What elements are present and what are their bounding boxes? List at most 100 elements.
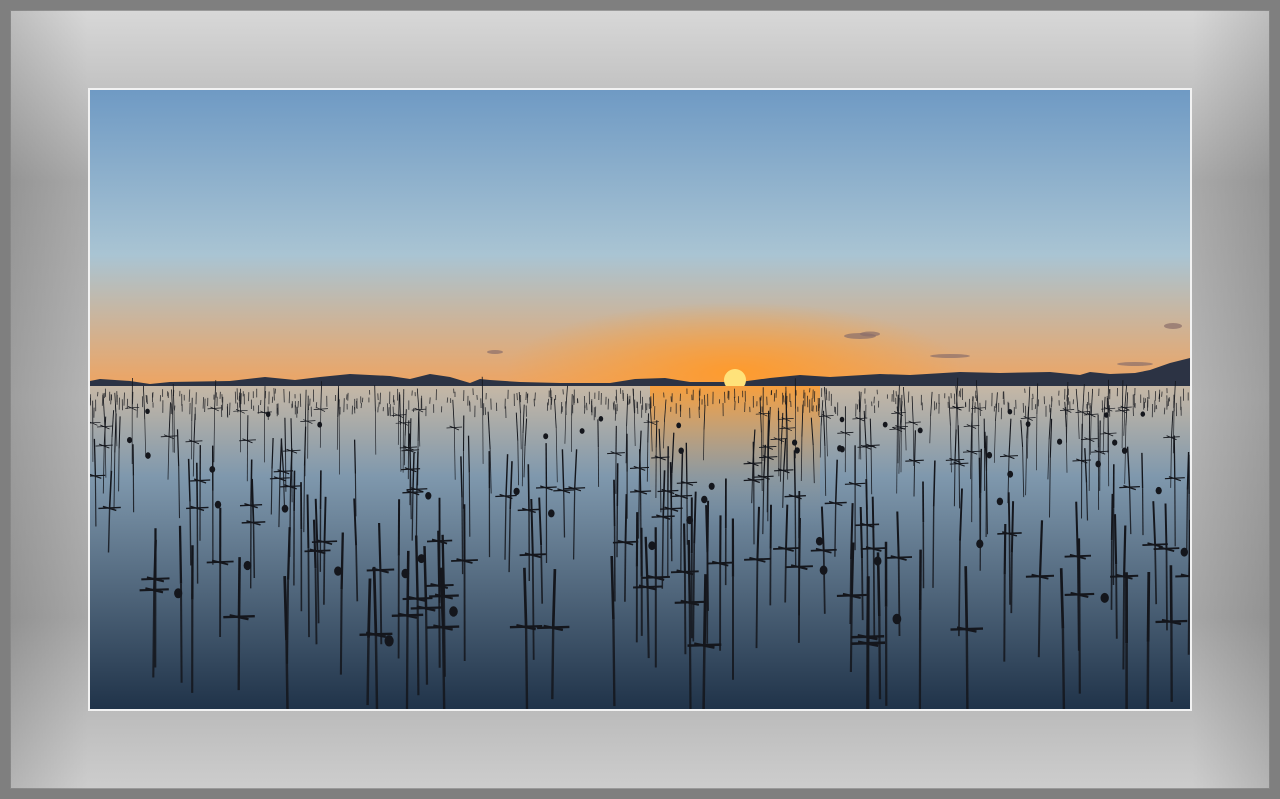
pole-reflection xyxy=(1115,564,1118,639)
pole xyxy=(417,411,420,442)
pole xyxy=(706,500,710,552)
distant-pole xyxy=(1163,407,1166,415)
pole-reflection xyxy=(461,497,464,575)
pole-reflection xyxy=(563,490,566,538)
pole-reflection xyxy=(172,414,174,453)
pole xyxy=(1141,452,1144,489)
pole-reflection xyxy=(179,583,183,683)
pole-reflection xyxy=(680,496,683,573)
distant-pole xyxy=(146,395,148,405)
buoy xyxy=(265,411,271,417)
buoy xyxy=(815,536,824,546)
frame-mat-shade-right xyxy=(1192,10,1270,789)
pole xyxy=(896,511,900,559)
pole-reflection xyxy=(624,542,627,602)
distant-pole xyxy=(516,392,518,401)
buoy xyxy=(417,554,426,564)
distant-pole xyxy=(825,389,828,401)
pole xyxy=(1146,571,1151,642)
pole xyxy=(1059,568,1065,629)
pole-reflection xyxy=(289,486,292,558)
pole xyxy=(340,532,344,590)
distant-pole xyxy=(360,403,363,409)
pole xyxy=(178,525,183,584)
buoy xyxy=(384,635,394,647)
pole xyxy=(283,576,288,641)
pole xyxy=(290,418,293,452)
distant-pole xyxy=(429,397,431,404)
buoy xyxy=(873,556,882,566)
pole-reflection xyxy=(416,599,420,696)
pole-reflection xyxy=(354,473,357,517)
distant-pole xyxy=(653,406,656,420)
distant-pole xyxy=(935,402,938,410)
pole xyxy=(409,418,412,451)
pole-reflection xyxy=(639,491,642,558)
buoy xyxy=(1007,409,1013,415)
pole xyxy=(683,523,686,573)
pole-reflection xyxy=(355,545,359,602)
pole-reflection xyxy=(1186,489,1189,555)
distant-pole xyxy=(1161,391,1163,397)
pole-reflection xyxy=(897,557,901,637)
pole xyxy=(1169,565,1173,623)
buoy xyxy=(1155,486,1162,495)
distant-pole xyxy=(958,390,961,397)
pole xyxy=(964,566,969,630)
frame-mat-shade-left xyxy=(10,10,88,789)
pole-reflection xyxy=(374,634,379,709)
pole-reflection xyxy=(303,465,306,533)
distant-pole xyxy=(583,395,586,409)
pole-reflection xyxy=(646,587,650,659)
pole-reflection xyxy=(152,590,156,678)
pole xyxy=(323,496,327,543)
pole xyxy=(523,567,528,628)
distant-pole xyxy=(101,394,104,406)
pole-reflection xyxy=(189,501,192,566)
buoy xyxy=(648,541,656,551)
cloud xyxy=(1117,362,1153,366)
pole xyxy=(871,496,875,550)
pole xyxy=(467,435,470,473)
pole xyxy=(1164,503,1168,550)
pole-reflection xyxy=(612,619,616,707)
pole-reflection xyxy=(913,461,916,497)
pole-reflection xyxy=(405,615,409,709)
pole xyxy=(1003,523,1007,575)
buoy xyxy=(174,588,183,599)
cloud xyxy=(487,350,503,354)
buoy xyxy=(976,539,984,549)
pole xyxy=(914,430,916,462)
buoy xyxy=(401,568,410,579)
pole xyxy=(250,459,253,506)
buoy xyxy=(425,492,432,500)
pole xyxy=(481,376,484,409)
buoy xyxy=(837,445,843,452)
cloud xyxy=(860,331,880,337)
pole-reflection xyxy=(339,589,343,675)
pole xyxy=(237,557,241,618)
pole-reflection xyxy=(1008,533,1011,605)
pole xyxy=(610,555,615,620)
pole-reflection xyxy=(409,469,412,520)
pole xyxy=(687,539,692,603)
pole-reflection xyxy=(411,492,414,541)
buoy xyxy=(1140,411,1146,417)
cloud xyxy=(930,354,970,358)
pole-reflection xyxy=(849,559,853,625)
pole xyxy=(1010,501,1015,553)
pole-reflection xyxy=(1037,576,1041,658)
pole xyxy=(378,522,382,571)
pole-reflection xyxy=(1154,545,1158,605)
pole xyxy=(1188,519,1190,577)
distant-pole xyxy=(907,391,910,403)
pole xyxy=(979,448,983,494)
buoy xyxy=(209,466,216,473)
distant-pole xyxy=(386,403,389,416)
pole-reflection xyxy=(524,627,529,709)
distant-pole xyxy=(783,395,785,403)
pole xyxy=(312,519,317,569)
pole xyxy=(624,494,628,543)
pole-reflection xyxy=(173,409,175,453)
pole xyxy=(437,530,441,587)
